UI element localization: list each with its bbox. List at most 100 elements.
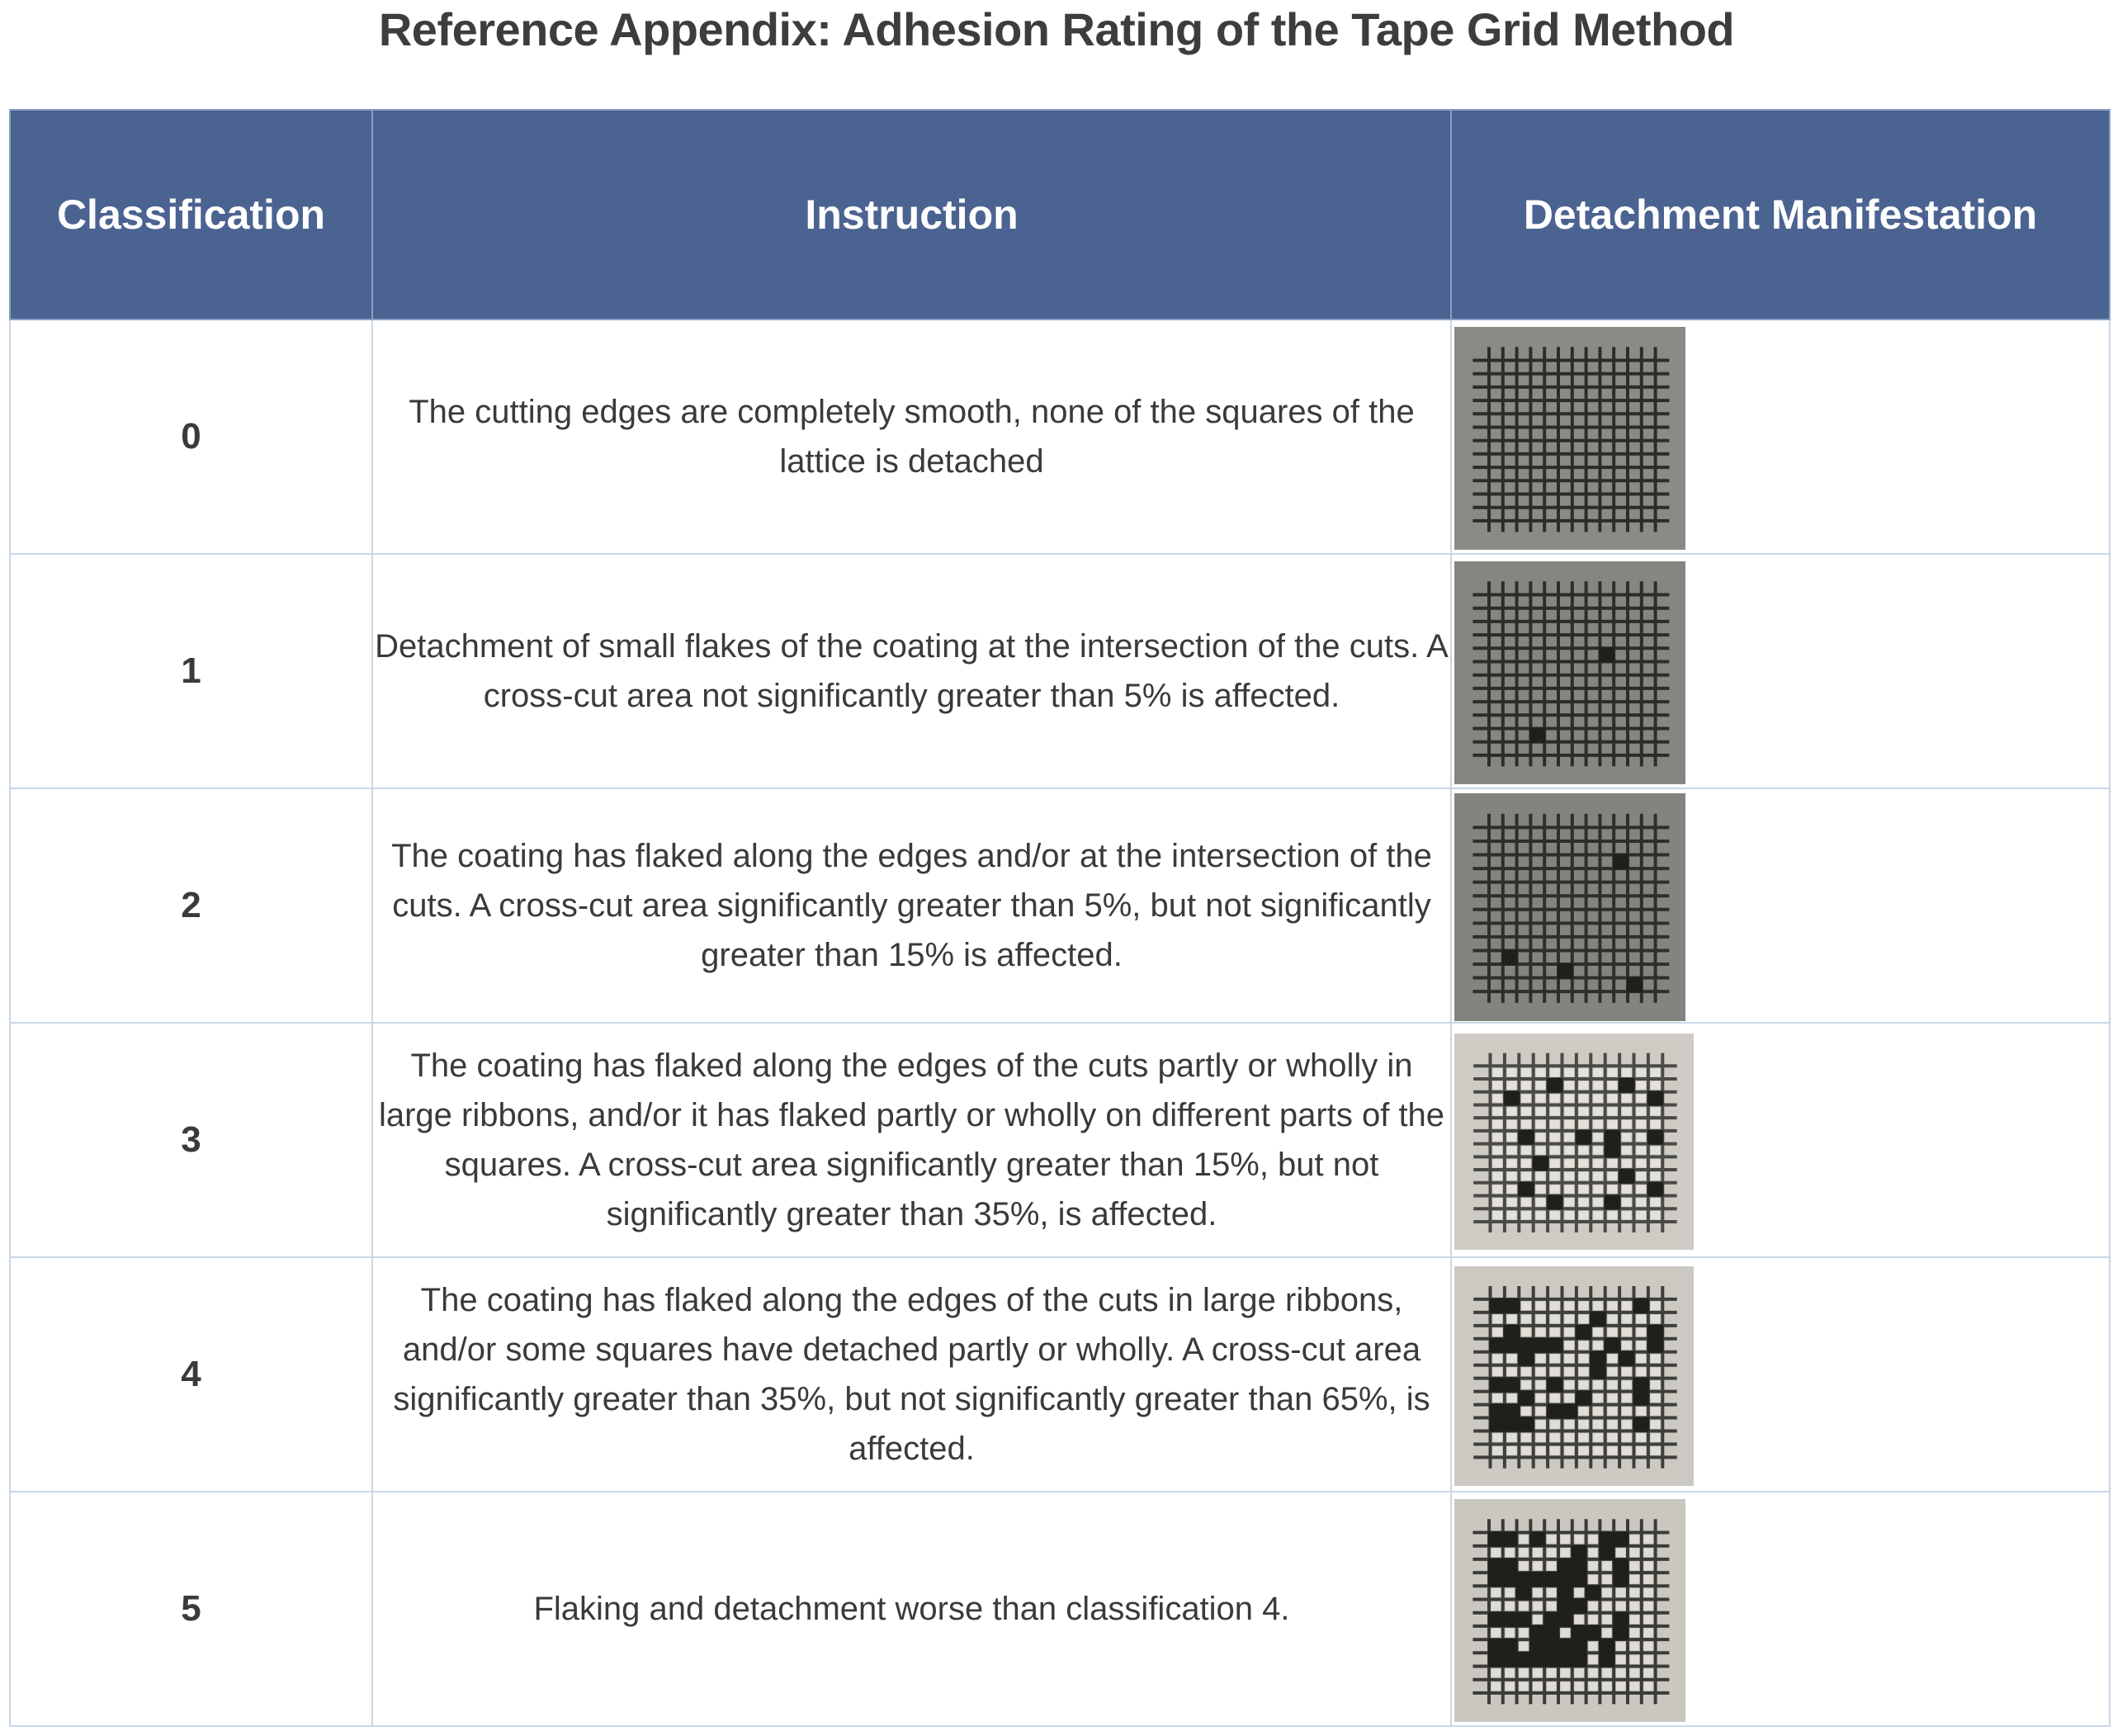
lattice-square <box>1622 1407 1632 1416</box>
detached-square <box>1547 1337 1563 1353</box>
detached-square <box>1571 1638 1587 1653</box>
detached-square <box>1488 1611 1504 1627</box>
lattice-square <box>1564 1081 1574 1090</box>
lattice-square <box>1564 1314 1574 1323</box>
detached-square <box>1532 1337 1549 1353</box>
lattice-square <box>1550 1445 1560 1455</box>
lattice-square <box>1593 1380 1603 1389</box>
lattice-square <box>1636 1158 1646 1167</box>
lattice-square <box>1564 1341 1574 1350</box>
lattice-square <box>1492 1094 1502 1102</box>
lattice-square <box>1630 1601 1639 1611</box>
detached-square <box>1503 1377 1520 1393</box>
lattice-square <box>1492 1067 1502 1076</box>
lattice-square <box>1607 1158 1618 1167</box>
detached-square <box>1489 1417 1506 1431</box>
lattice-square <box>1550 1119 1560 1128</box>
lattice-square <box>1588 1561 1598 1570</box>
lattice-square <box>1636 1210 1646 1219</box>
lattice-square <box>1588 1682 1598 1691</box>
lattice-square <box>1506 1081 1517 1090</box>
detached-square <box>1532 1155 1549 1171</box>
lattice-square <box>1521 1158 1531 1167</box>
lattice-square <box>1578 1433 1589 1441</box>
lattice-square <box>1593 1393 1603 1403</box>
lattice-square <box>1533 1668 1543 1677</box>
lattice-square <box>1561 1682 1570 1691</box>
lattice-square <box>1547 1535 1556 1544</box>
lattice-square <box>1593 1094 1603 1102</box>
lattice-square <box>1521 1210 1531 1219</box>
lattice-square <box>1622 1380 1632 1389</box>
lattice-square <box>1521 1327 1531 1336</box>
lattice-square <box>1643 1548 1653 1557</box>
lattice-square <box>1636 1171 1646 1180</box>
lattice-square <box>1564 1119 1574 1128</box>
lattice-square <box>1550 1158 1560 1167</box>
detached-square <box>1604 1194 1621 1209</box>
lattice-square <box>1607 1380 1618 1389</box>
lattice-image <box>1454 1033 1694 1250</box>
detached-square <box>1599 1544 1615 1560</box>
lattice-square <box>1636 1341 1646 1350</box>
detached-square <box>1558 1611 1573 1627</box>
detached-square <box>1547 1194 1563 1209</box>
lattice-square <box>1550 1106 1560 1115</box>
detached-square <box>1529 1571 1546 1587</box>
lattice-square <box>1622 1185 1632 1193</box>
lattice-square <box>1535 1171 1546 1180</box>
detached-square <box>1571 1571 1587 1587</box>
detached-square <box>1647 1090 1664 1105</box>
lattice-square <box>1607 1106 1618 1115</box>
detached-square <box>1501 1571 1518 1587</box>
lattice-square <box>1521 1094 1531 1102</box>
lattice-square <box>1492 1393 1502 1403</box>
lattice-square <box>1519 1682 1529 1691</box>
lattice-square <box>1506 1158 1517 1167</box>
lattice-square <box>1607 1420 1618 1428</box>
detached-square <box>1575 1390 1592 1406</box>
lattice-square <box>1578 1380 1589 1389</box>
classification-cell: 2 <box>9 788 373 1024</box>
lattice-square <box>1602 1668 1612 1677</box>
detached-square <box>1543 1625 1559 1640</box>
lattice-square <box>1643 1628 1653 1637</box>
lattice-square <box>1622 1106 1632 1115</box>
lattice-square <box>1593 1301 1603 1310</box>
lattice-square <box>1588 1654 1598 1663</box>
lattice-square <box>1622 1067 1632 1076</box>
detached-square <box>1543 1611 1559 1627</box>
lattice-square <box>1491 1548 1501 1557</box>
lattice-square <box>1578 1094 1589 1102</box>
lattice-square <box>1492 1185 1502 1193</box>
detachment-image-cell <box>1450 319 2111 555</box>
lattice-square <box>1506 1198 1517 1206</box>
lattice-square <box>1622 1158 1632 1167</box>
lattice-square <box>1636 1314 1646 1323</box>
lattice-square <box>1630 1535 1639 1544</box>
lattice-square <box>1643 1682 1653 1691</box>
lattice-square <box>1578 1420 1589 1428</box>
lattice-square <box>1578 1407 1589 1416</box>
lattice-square <box>1492 1433 1502 1441</box>
detached-square <box>1501 948 1518 965</box>
lattice-square <box>1636 1407 1646 1416</box>
lattice-square <box>1593 1341 1603 1350</box>
lattice-square <box>1535 1393 1546 1403</box>
lattice-square <box>1521 1067 1531 1076</box>
detached-square <box>1571 1625 1587 1640</box>
lattice-square <box>1535 1380 1546 1389</box>
lattice-square <box>1616 1641 1625 1650</box>
lattice-square <box>1564 1158 1574 1167</box>
lattice-square <box>1521 1314 1531 1323</box>
lattice-square <box>1533 1548 1543 1557</box>
lattice-square <box>1630 1628 1639 1637</box>
lattice-square <box>1578 1367 1589 1376</box>
lattice-square <box>1622 1420 1632 1428</box>
lattice-square <box>1650 1158 1661 1167</box>
detached-square <box>1613 1531 1628 1547</box>
lattice-square <box>1492 1445 1502 1455</box>
lattice-square <box>1506 1171 1517 1180</box>
lattice-square <box>1535 1407 1546 1416</box>
lattice-square <box>1650 1210 1661 1219</box>
